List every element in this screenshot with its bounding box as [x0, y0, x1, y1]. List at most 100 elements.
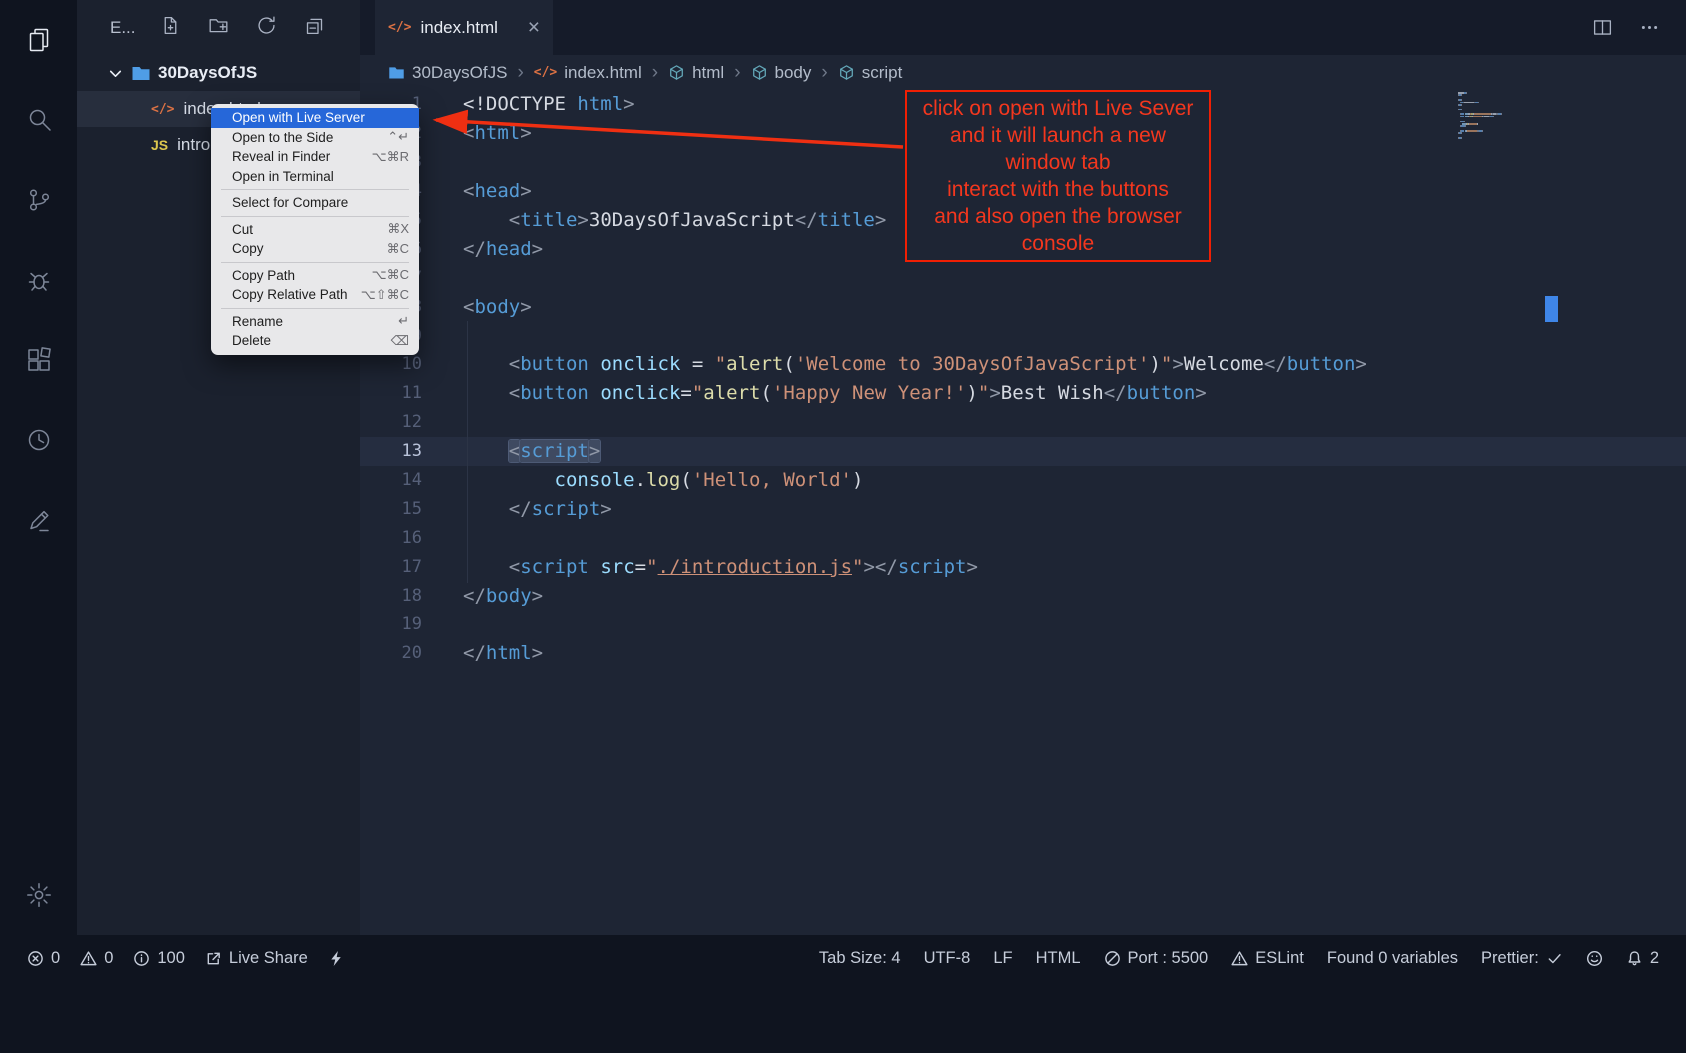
activity-history[interactable] — [0, 400, 77, 480]
activity-bar-bottom — [0, 855, 77, 935]
menu-item-open-in-terminal[interactable]: Open in Terminal — [211, 167, 419, 187]
status-encoding[interactable]: UTF-8 — [924, 949, 971, 968]
activity-settings[interactable] — [0, 855, 77, 935]
code-line-14[interactable]: 14 console.log('Hello, World') — [360, 466, 1686, 495]
activity-feedback[interactable] — [0, 480, 77, 560]
code-line-8[interactable]: 8<body> — [360, 292, 1686, 321]
menu-item-label: Select for Compare — [232, 195, 348, 210]
menu-item-shortcut: ⌥⌘R — [372, 149, 409, 165]
code-text: <body> — [422, 296, 532, 318]
code-text: <button onclick="alert('Happy New Year!'… — [422, 382, 1207, 404]
more-actions-icon[interactable] — [1639, 17, 1660, 38]
code-line-11[interactable]: 11 <button onclick="alert('Happy New Yea… — [360, 379, 1686, 408]
code-line-15[interactable]: 15 </script> — [360, 494, 1686, 523]
code-line-13[interactable]: 13 <script> — [360, 437, 1686, 466]
status-language-mode[interactable]: HTML — [1036, 949, 1081, 968]
code-line-19[interactable]: 19 — [360, 610, 1686, 639]
html-badge-icon: </> — [151, 102, 174, 117]
bell-icon — [1626, 950, 1643, 967]
status-label: UTF-8 — [924, 949, 971, 968]
status-label: Prettier: — [1481, 949, 1539, 968]
menu-item-label: Copy — [232, 241, 264, 256]
menu-item-copy-relative-path[interactable]: Copy Relative Path⌥⇧⌘C — [211, 285, 419, 305]
new-file-button[interactable] — [160, 15, 181, 41]
breadcrumb-body[interactable]: body — [751, 63, 812, 83]
menu-item-select-for-compare[interactable]: Select for Compare — [211, 193, 419, 213]
history-icon — [25, 426, 53, 454]
explorer-header: E... — [77, 0, 360, 55]
activity-search[interactable] — [0, 80, 77, 160]
menu-item-open-to-the-side[interactable]: Open to the Side⌃↵ — [211, 128, 419, 148]
status-port[interactable]: Port : 5500 — [1104, 949, 1209, 968]
breadcrumb-html[interactable]: html — [668, 63, 724, 83]
menu-item-rename[interactable]: Rename↵ — [211, 312, 419, 332]
menu-item-shortcut: ↵ — [398, 313, 409, 329]
code-line-10[interactable]: 10 <button onclick = "alert('Welcome to … — [360, 350, 1686, 379]
tab-index-html[interactable]: </> index.html × — [375, 0, 553, 55]
line-number: 12 — [360, 412, 422, 432]
collapse-all-button[interactable] — [304, 15, 325, 41]
extensions-icon — [25, 346, 53, 374]
menu-item-open-with-live-server[interactable]: Open with Live Server — [211, 108, 419, 128]
code-line-20[interactable]: 20</html> — [360, 639, 1686, 668]
status-variables[interactable]: Found 0 variables — [1327, 949, 1458, 968]
line-number: 20 — [360, 643, 422, 663]
status-label: Tab Size: 4 — [819, 949, 901, 968]
code-line-18[interactable]: 18</body> — [360, 581, 1686, 610]
breadcrumb-index-html[interactable]: </>index.html — [534, 63, 642, 83]
menu-item-reveal-in-finder[interactable]: Reveal in Finder⌥⌘R — [211, 147, 419, 167]
source-control-icon — [25, 186, 53, 214]
code-line-12[interactable]: 12 — [360, 408, 1686, 437]
status-lightning[interactable] — [328, 950, 345, 967]
split-editor-icon[interactable] — [1592, 17, 1613, 38]
status-notifications[interactable]: 2 — [1626, 949, 1659, 968]
cube-icon — [838, 64, 855, 81]
status-errors[interactable]: 0 — [27, 949, 60, 968]
new-folder-button[interactable] — [208, 15, 229, 41]
menu-item-shortcut: ⌃↵ — [387, 129, 409, 145]
status-eslint[interactable]: ESLint — [1231, 949, 1304, 968]
code-line-7[interactable]: 7 — [360, 263, 1686, 292]
status-feedback-smiley[interactable] — [1586, 950, 1603, 967]
code-text: </script> — [422, 498, 612, 520]
menu-item-copy-path[interactable]: Copy Path⌥⌘C — [211, 266, 419, 286]
status-warnings[interactable]: 0 — [80, 949, 113, 968]
share-icon — [205, 950, 222, 967]
menu-item-label: Open in Terminal — [232, 169, 334, 184]
menu-separator — [221, 262, 409, 263]
status-prettier[interactable]: Prettier: — [1481, 949, 1563, 968]
annotation-line: window tab — [907, 149, 1209, 176]
annotation-line: console — [907, 230, 1209, 257]
breadcrumb-script[interactable]: script — [838, 63, 903, 83]
menu-item-copy[interactable]: Copy⌘C — [211, 239, 419, 259]
code-line-9[interactable]: 9 — [360, 321, 1686, 350]
activity-debug[interactable] — [0, 240, 77, 320]
minimap[interactable] — [1458, 92, 1543, 140]
activity-source-control[interactable] — [0, 160, 77, 240]
activity-explorer[interactable] — [0, 0, 77, 80]
tab-close-icon[interactable]: × — [528, 17, 540, 38]
menu-item-delete[interactable]: Delete⌫ — [211, 331, 419, 351]
code-text: <head> — [422, 180, 532, 202]
activity-extensions[interactable] — [0, 320, 77, 400]
status-infos[interactable]: 100 — [133, 949, 185, 968]
status-tab-size[interactable]: Tab Size: 4 — [819, 949, 901, 968]
breadcrumb-label: html — [692, 63, 724, 83]
breadcrumb-separator: › — [734, 62, 740, 84]
warning-icon — [1231, 950, 1248, 967]
status-live-share[interactable]: Live Share — [205, 949, 308, 968]
menu-item-cut[interactable]: Cut⌘X — [211, 220, 419, 240]
refresh-button[interactable] — [256, 15, 277, 41]
folder-30daysofjs[interactable]: 30DaysOfJS — [77, 55, 360, 91]
status-eol[interactable]: LF — [993, 949, 1012, 968]
code-line-16[interactable]: 16 — [360, 523, 1686, 552]
code-line-17[interactable]: 17 <script src="./introduction.js"></scr… — [360, 552, 1686, 581]
breadcrumb-30daysofjs[interactable]: 30DaysOfJS — [388, 63, 507, 83]
line-number: 10 — [360, 354, 422, 374]
menu-item-shortcut: ⌘X — [387, 221, 409, 237]
annotation-line: interact with the buttons — [907, 176, 1209, 203]
activity-bar-top — [0, 0, 77, 560]
new-folder-icon — [208, 15, 229, 36]
status-label: HTML — [1036, 949, 1081, 968]
code-text: <title>30DaysOfJavaScript</title> — [422, 209, 886, 231]
